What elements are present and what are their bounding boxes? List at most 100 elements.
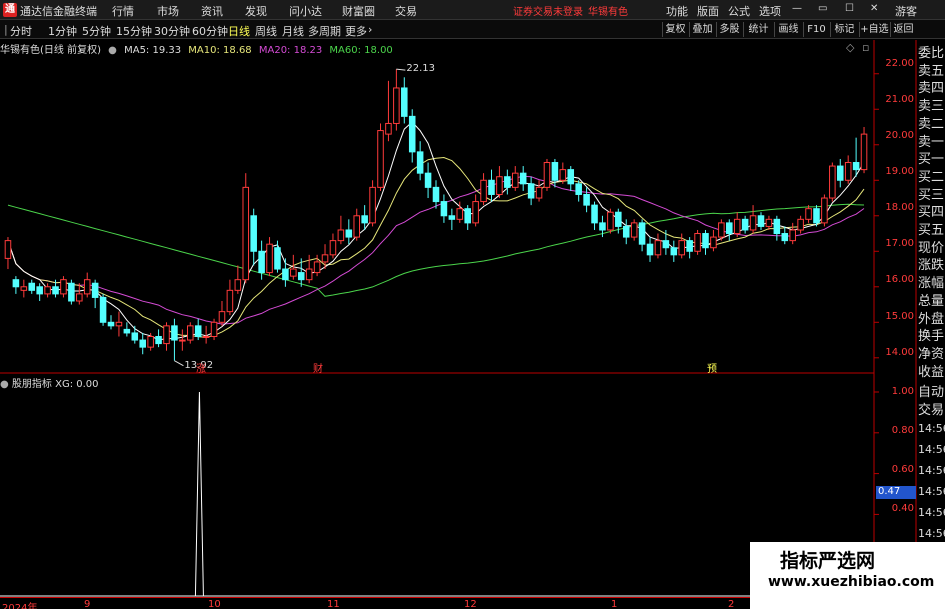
menu-item-ask[interactable]: 问小达 — [289, 3, 322, 19]
event-marker-finance[interactable]: 财 — [313, 360, 323, 375]
candle-body — [797, 218, 804, 231]
candle-body — [662, 240, 670, 249]
tab-period-weekly[interactable]: 周线 — [255, 23, 277, 39]
settings-dot-icon[interactable]: ● — [108, 45, 117, 56]
candle-body — [282, 268, 289, 281]
candle-body — [535, 186, 543, 199]
low-pointer — [174, 360, 184, 367]
candle-body — [4, 240, 12, 259]
menu-item-wealth[interactable]: 财富圈 — [342, 3, 375, 19]
candle-body — [551, 162, 559, 181]
candle-body — [615, 211, 622, 227]
quote-field-label: 卖三 — [918, 99, 945, 115]
candle-body — [210, 321, 218, 337]
menu-item-discover[interactable]: 发现 — [245, 3, 267, 19]
candle-body — [488, 179, 495, 195]
candle-body — [694, 233, 701, 252]
close-button[interactable]: ✕ — [870, 3, 878, 14]
price-tick-label: 17.00 — [885, 238, 914, 249]
candle-body — [28, 282, 36, 291]
sub-tick-label: 1.00 — [891, 386, 914, 397]
menu-item-news[interactable]: 资讯 — [201, 3, 223, 19]
collapse-icon[interactable]: ▫ — [862, 41, 869, 54]
candle-body — [678, 240, 685, 256]
tab-period-15min[interactable]: 15分钟 — [116, 23, 152, 39]
menu-item-options[interactable]: 选项 — [759, 3, 781, 19]
price-tick-label: 19.00 — [885, 166, 914, 177]
overlay-button[interactable]: 叠加 — [689, 22, 715, 37]
more-chevron-icon[interactable]: › — [368, 23, 372, 36]
f10-button[interactable]: F10 — [803, 22, 829, 37]
login-status[interactable]: 证券交易未登录 — [513, 3, 583, 18]
candle-body — [448, 215, 456, 220]
quote-field-label: 卖四 — [918, 81, 945, 97]
settings-dot-icon[interactable]: ● — [0, 379, 9, 390]
candle-body — [583, 193, 590, 206]
auto-trade-label[interactable]: 交易 — [918, 402, 945, 419]
quote-field-label: 卖五 — [918, 63, 945, 79]
candle-body — [345, 229, 353, 238]
ma60-label: MA60: 18.00 — [329, 45, 393, 56]
tab-period-timeshare[interactable]: 分时 — [10, 23, 32, 39]
candle-body — [44, 286, 51, 295]
tab-period-5min[interactable]: 5分钟 — [82, 23, 111, 39]
back-button[interactable]: 返回 — [890, 22, 916, 37]
maximize-button[interactable]: ☐ — [845, 3, 854, 14]
candle-body — [171, 325, 178, 341]
candle-body — [860, 133, 868, 171]
menu-item-layout[interactable]: 版面 — [697, 3, 719, 19]
x-label: 10 — [208, 599, 221, 609]
menu-item-quotes[interactable]: 行情 — [112, 3, 134, 19]
kline-chart[interactable] — [0, 40, 945, 597]
event-marker-forecast[interactable]: 预 — [707, 360, 717, 375]
x-label: 1 — [611, 599, 618, 609]
restore-button[interactable]: ▭ — [818, 3, 827, 14]
candle-body — [290, 268, 297, 277]
candle-body — [131, 332, 139, 341]
candle-body — [52, 286, 59, 295]
tab-period-multi[interactable]: 多周期 — [308, 23, 341, 39]
quote-field-label: 总量 — [918, 293, 945, 309]
quote-field-label: 卖二 — [918, 116, 945, 132]
diamond-icon[interactable]: ◇ — [846, 41, 854, 54]
add-favorite-button[interactable]: +自选 — [859, 22, 889, 37]
candle-body — [464, 208, 471, 224]
candle-body — [622, 225, 630, 238]
candle-body — [337, 229, 345, 242]
tab-period-monthly[interactable]: 月线 — [282, 23, 304, 39]
candle-body — [480, 179, 487, 203]
candle-body — [638, 222, 646, 245]
menu-item-formula[interactable]: 公式 — [728, 3, 750, 19]
tab-period-more[interactable]: 更多 — [345, 23, 367, 39]
tab-period-30min[interactable]: 30分钟 — [154, 23, 190, 39]
candle-body — [274, 247, 281, 270]
fuquan-button[interactable]: 复权 — [662, 22, 688, 37]
auto-trade-label[interactable]: 自动 — [918, 384, 945, 401]
candle-body — [321, 254, 329, 263]
stats-button[interactable]: 统计 — [743, 22, 773, 37]
menu-item-trade[interactable]: 交易 — [395, 3, 417, 19]
tab-period-daily[interactable]: 日线 — [228, 23, 250, 39]
candle-body — [496, 176, 503, 195]
candle-body — [646, 243, 654, 256]
multi-stock-button[interactable]: 多股 — [716, 22, 742, 37]
menu-item-function[interactable]: 功能 — [666, 3, 688, 19]
candle-body — [575, 183, 582, 195]
xg-value: XG: 0.00 — [55, 379, 99, 390]
guest-label[interactable]: 游客 — [895, 3, 917, 19]
watermark-title: 指标严选网 — [780, 550, 876, 572]
event-marker-rise[interactable]: 涨 — [196, 360, 206, 375]
mark-button[interactable]: 标记 — [830, 22, 858, 37]
candle-body — [163, 325, 170, 345]
tab-period-1min[interactable]: 1分钟 — [48, 23, 77, 39]
price-tick-label: 21.00 — [885, 94, 914, 105]
tab-period-60min[interactable]: 60分钟 — [192, 23, 228, 39]
tab-bar-handle-icon: | — [4, 23, 8, 36]
quote-field-label: 涨幅 — [918, 276, 945, 292]
draw-line-button[interactable]: 画线 — [774, 22, 802, 37]
candle-body — [115, 321, 123, 327]
sub-current-value: 0.47 — [876, 486, 916, 499]
menu-item-market[interactable]: 市场 — [157, 3, 179, 19]
minimize-button[interactable]: — — [792, 3, 802, 14]
candle-body — [591, 204, 598, 224]
